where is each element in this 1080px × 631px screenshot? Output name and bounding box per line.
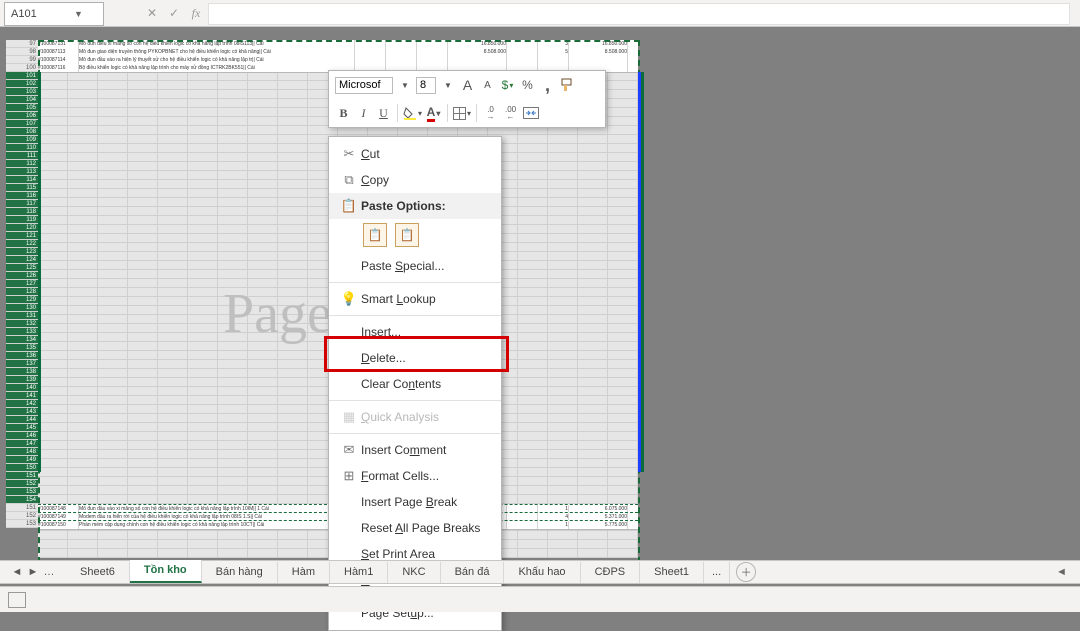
formula-controls: ✕ ✓ fx (144, 6, 204, 21)
horizontal-scroll[interactable]: ◄ (1056, 563, 1080, 581)
name-box[interactable]: A101 ▼ (4, 2, 104, 26)
sheet-tab[interactable]: NKC (388, 562, 440, 583)
menu-smart-lookup[interactable]: 💡Smart Lookup (329, 286, 501, 312)
lightbulb-icon: 💡 (337, 291, 361, 307)
font-size-input[interactable] (416, 77, 436, 94)
accept-formula-icon[interactable]: ✓ (166, 6, 182, 20)
menu-insert-page-break[interactable]: Insert Page Break (329, 489, 501, 515)
sheet-tab-list[interactable]: Sheet6Tồn khoBán hàngHàmHàm1NKCBán đáKhấ… (66, 561, 730, 583)
sheet-tab-strip[interactable]: ◄ ► … Sheet6Tồn khoBán hàngHàmHàm1NKCBán… (0, 560, 1080, 584)
fill-color-button[interactable]: ▾ (403, 104, 422, 122)
increase-decimal-button[interactable]: .0→ (482, 104, 499, 122)
sheet-tab[interactable]: Sheet1 (640, 562, 704, 583)
clipboard-icon: 📋 (337, 198, 361, 214)
menu-insert[interactable]: Insert... (329, 319, 501, 345)
mini-toolbar[interactable]: ▼ ▼ A A $▾ % , B I U ▾ A▾ ▾ (328, 70, 606, 128)
sheet-tab[interactable]: Sheet6 (66, 562, 130, 583)
menu-paste-special[interactable]: Paste Special... (329, 253, 501, 279)
row-header-column[interactable]: 9798991001011021031041051061071081091101… (6, 40, 38, 561)
decrease-decimal-button[interactable]: .00← (502, 104, 519, 122)
font-name-input[interactable] (335, 77, 393, 94)
scroll-left-icon[interactable]: ◄ (1056, 566, 1067, 578)
copy-icon: ⧉ (337, 172, 361, 188)
sheet-tab[interactable]: Hàm1 (330, 562, 388, 583)
decrease-font-button[interactable]: A (479, 76, 496, 94)
cell-reference: A101 (5, 6, 54, 22)
menu-quick-analysis: ▦Quick Analysis (329, 404, 501, 430)
menu-cut[interactable]: ✂CuCutt (329, 141, 501, 167)
sheet-tab[interactable]: CĐPS (581, 562, 641, 583)
paste-options-icons: 📋 📋 (329, 219, 501, 253)
font-color-button[interactable]: A▾ (425, 104, 442, 122)
tab-nav-prev-icon[interactable]: ◄ (10, 566, 24, 578)
macro-record-icon[interactable] (8, 592, 26, 608)
insert-function-button[interactable]: fx (188, 6, 204, 21)
menu-format-cells[interactable]: ⊞Format Cells... (329, 463, 501, 489)
font-name-dropdown-icon[interactable]: ▼ (396, 76, 413, 94)
sheet-tab[interactable]: Hàm (278, 562, 330, 583)
spreadsheet-canvas: 9798991001011021031041051061071081091101… (6, 40, 1068, 565)
menu-delete[interactable]: Delete... (329, 345, 501, 371)
percent-format-button[interactable]: % (519, 76, 536, 94)
menu-copy[interactable]: ⧉Copy (329, 167, 501, 193)
menu-reset-all-page-breaks[interactable]: Reset All Page Breaks (329, 515, 501, 541)
increase-font-button[interactable]: A (459, 76, 476, 94)
sheet-tab[interactable]: Khấu hao (504, 562, 580, 583)
scissors-icon: ✂ (337, 146, 361, 162)
sheet-tab[interactable]: Bán hàng (202, 562, 278, 583)
name-box-dropdown-icon[interactable]: ▼ (54, 7, 103, 21)
context-menu[interactable]: ✂CuCutt ⧉Copy 📋Paste Options: 📋 📋 Paste … (328, 136, 502, 631)
cancel-formula-icon[interactable]: ✕ (144, 6, 160, 20)
comment-icon: ✉ (337, 442, 361, 458)
tab-nav-buttons[interactable]: ◄ ► … (0, 566, 66, 578)
menu-insert-comment[interactable]: ✉Insert Comment (329, 437, 501, 463)
font-size-dropdown-icon[interactable]: ▼ (439, 76, 456, 94)
format-painter-button[interactable] (559, 76, 576, 94)
status-bar[interactable] (0, 586, 1080, 612)
sheet-tab[interactable]: ... (704, 562, 730, 583)
comma-format-button[interactable]: , (539, 76, 556, 94)
formula-input[interactable] (208, 3, 1070, 25)
quick-analysis-icon: ▦ (337, 409, 361, 425)
sheet-tab[interactable]: Bán đá (441, 562, 505, 583)
tab-nav-next-icon[interactable]: ► (26, 566, 40, 578)
accounting-format-button[interactable]: $▾ (499, 76, 516, 94)
menu-paste-options: 📋Paste Options: (329, 193, 501, 219)
paste-icon[interactable]: 📋 (363, 223, 387, 247)
sheet-tab[interactable]: Tồn kho (130, 560, 202, 583)
formula-bar: A101 ▼ ✕ ✓ fx (0, 0, 1080, 27)
merge-center-button[interactable] (522, 104, 539, 122)
bold-button[interactable]: B (335, 104, 352, 122)
underline-button[interactable]: U (375, 104, 392, 122)
format-cells-icon: ⊞ (337, 468, 361, 484)
menu-clear-contents[interactable]: Clear Contents (329, 371, 501, 397)
borders-button[interactable]: ▾ (453, 104, 471, 122)
tab-nav-more-icon[interactable]: … (42, 566, 56, 578)
paste-keep-formatting-icon[interactable]: 📋 (395, 223, 419, 247)
new-sheet-button[interactable]: ＋ (736, 562, 756, 582)
italic-button[interactable]: I (355, 104, 372, 122)
